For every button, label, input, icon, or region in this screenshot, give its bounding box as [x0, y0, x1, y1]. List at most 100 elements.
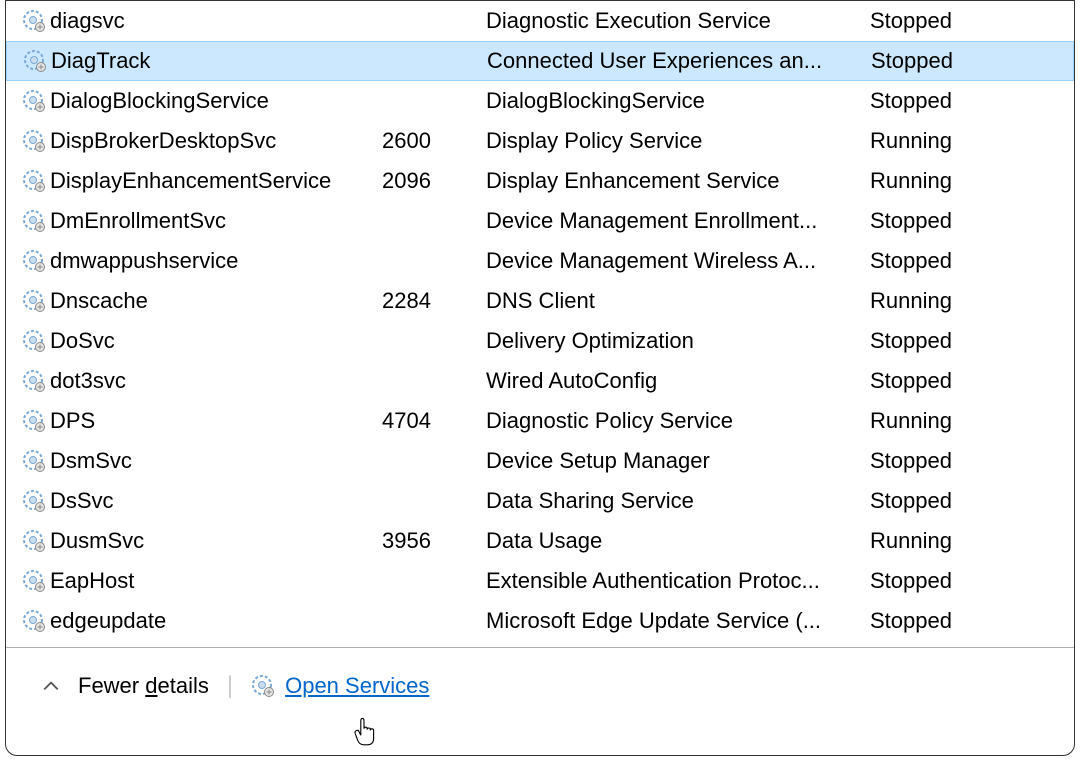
cell-description: Wired AutoConfig [486, 368, 866, 394]
service-name: DisplayEnhancementService [50, 168, 331, 194]
cell-name: edgeupdate [6, 608, 376, 634]
service-icon [251, 674, 275, 698]
table-row[interactable]: diagsvc Diagnostic Execution Service Sto… [6, 1, 1074, 41]
cell-pid: 2096 [376, 168, 486, 194]
cell-name: Dnscache [6, 288, 376, 314]
cell-status: Running [866, 408, 1074, 434]
table-row[interactable]: DisplayEnhancementService 2096 Display E… [6, 161, 1074, 201]
table-row[interactable]: DsSvc Data Sharing Service Stopped [6, 481, 1074, 521]
cell-status: Running [866, 288, 1074, 314]
table-row[interactable]: DPS 4704 Diagnostic Policy Service Runni… [6, 401, 1074, 441]
service-name: diagsvc [50, 8, 125, 34]
cell-status: Stopped [866, 248, 1074, 274]
service-name: DispBrokerDesktopSvc [50, 128, 276, 154]
service-icon [22, 609, 46, 633]
cell-description: Connected User Experiences an... [487, 48, 867, 74]
open-services-post: ervices [360, 673, 430, 698]
service-name: edgeupdate [50, 608, 166, 634]
cell-description: Device Setup Manager [486, 448, 866, 474]
service-icon [22, 489, 46, 513]
table-row[interactable]: DoSvc Delivery Optimization Stopped [6, 321, 1074, 361]
cell-name: DsmSvc [6, 448, 376, 474]
service-name: DPS [50, 408, 95, 434]
cell-pid: 4704 [376, 408, 486, 434]
cell-description: DialogBlockingService [486, 88, 866, 114]
cell-description: Diagnostic Policy Service [486, 408, 866, 434]
cell-name: DusmSvc [6, 528, 376, 554]
service-icon [22, 529, 46, 553]
service-name: DsmSvc [50, 448, 132, 474]
cell-description: Diagnostic Execution Service [486, 8, 866, 34]
cell-status: Running [866, 128, 1074, 154]
separator: | [227, 672, 233, 700]
service-name: DusmSvc [50, 528, 144, 554]
cell-status: Running [866, 168, 1074, 194]
service-icon [22, 329, 46, 353]
table-row[interactable]: dot3svc Wired AutoConfig Stopped [6, 361, 1074, 401]
cell-name: dmwappushservice [6, 248, 376, 274]
table-row[interactable]: DispBrokerDesktopSvc 2600 Display Policy… [6, 121, 1074, 161]
service-name: dot3svc [50, 368, 126, 394]
cell-description: Extensible Authentication Protoc... [486, 568, 866, 594]
cell-status: Stopped [866, 208, 1074, 234]
service-icon [22, 289, 46, 313]
service-name: DiagTrack [51, 48, 150, 74]
service-name: EapHost [50, 568, 134, 594]
service-name: DsSvc [50, 488, 114, 514]
cell-name: EapHost [6, 568, 376, 594]
fewer-details-pre: Fewer [78, 673, 145, 698]
services-table: diagsvc Diagnostic Execution Service Sto… [6, 1, 1074, 641]
cell-description: Device Management Wireless A... [486, 248, 866, 274]
cell-description: Display Enhancement Service [486, 168, 866, 194]
service-icon [23, 49, 47, 73]
cell-description: Data Usage [486, 528, 866, 554]
table-row[interactable]: DialogBlockingService DialogBlockingServ… [6, 81, 1074, 121]
cell-name: DoSvc [6, 328, 376, 354]
cell-name: DispBrokerDesktopSvc [6, 128, 376, 154]
cell-status: Stopped [866, 368, 1074, 394]
fewer-details-button[interactable]: Fewer details [78, 673, 209, 699]
table-row[interactable]: EapHost Extensible Authentication Protoc… [6, 561, 1074, 601]
table-row[interactable]: DsmSvc Device Setup Manager Stopped [6, 441, 1074, 481]
service-icon [22, 449, 46, 473]
service-icon [22, 89, 46, 113]
service-icon [22, 169, 46, 193]
cell-status: Stopped [866, 448, 1074, 474]
table-row[interactable]: Dnscache 2284 DNS Client Running [6, 281, 1074, 321]
table-row[interactable]: dmwappushservice Device Management Wirel… [6, 241, 1074, 281]
cell-status: Stopped [866, 8, 1074, 34]
service-icon [22, 249, 46, 273]
service-icon [22, 9, 46, 33]
service-icon [22, 369, 46, 393]
cell-description: Display Policy Service [486, 128, 866, 154]
cell-status: Stopped [866, 608, 1074, 634]
service-name: Dnscache [50, 288, 148, 314]
service-name: DoSvc [50, 328, 115, 354]
service-icon [22, 129, 46, 153]
cell-description: Delivery Optimization [486, 328, 866, 354]
fewer-details-key: d [145, 673, 157, 698]
fewer-details-post: etails [158, 673, 209, 698]
table-row[interactable]: DmEnrollmentSvc Device Management Enroll… [6, 201, 1074, 241]
footer-bar: Fewer details | Open Services [6, 648, 1074, 724]
cell-status: Stopped [867, 48, 1073, 74]
table-row[interactable]: edgeupdate Microsoft Edge Update Service… [6, 601, 1074, 641]
cell-name: DiagTrack [7, 48, 377, 74]
chevron-up-icon[interactable] [42, 677, 60, 695]
service-icon [22, 569, 46, 593]
cell-pid: 3956 [376, 528, 486, 554]
service-name: DmEnrollmentSvc [50, 208, 226, 234]
cell-name: DmEnrollmentSvc [6, 208, 376, 234]
open-services-pre: Open [285, 673, 345, 698]
cell-name: dot3svc [6, 368, 376, 394]
cell-status: Stopped [866, 328, 1074, 354]
cell-status: Running [866, 528, 1074, 554]
cell-description: Data Sharing Service [486, 488, 866, 514]
table-row[interactable]: DiagTrack Connected User Experiences an.… [6, 41, 1074, 81]
services-panel: diagsvc Diagnostic Execution Service Sto… [5, 0, 1075, 756]
cell-name: DPS [6, 408, 376, 434]
cell-name: DisplayEnhancementService [6, 168, 376, 194]
table-row[interactable]: DusmSvc 3956 Data Usage Running [6, 521, 1074, 561]
open-services-link[interactable]: Open Services [251, 673, 429, 699]
open-services-key: S [345, 673, 360, 698]
